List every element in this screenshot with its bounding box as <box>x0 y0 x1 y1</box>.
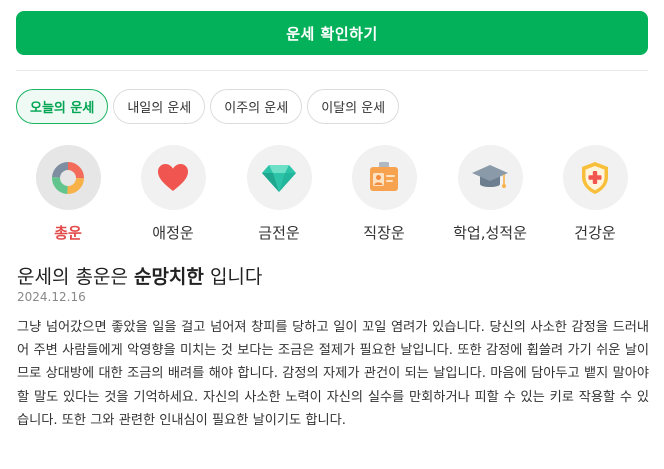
category-icon-circle <box>246 145 312 210</box>
tab-tomorrow[interactable]: 내일의 운세 <box>113 89 206 124</box>
category-study[interactable]: 학업,성적운 <box>440 145 540 243</box>
category-overall[interactable]: 총운 <box>18 145 118 243</box>
divider <box>16 70 648 71</box>
category-health[interactable]: 건강운 <box>545 145 645 243</box>
fortune-headline: 운세의 총운은 순망치한 입니다 <box>17 262 262 289</box>
donut-chart-icon <box>52 161 84 194</box>
fortune-category-list: 총운 애정운 금전운 직장운 학업,성적운 건강운 <box>16 145 648 245</box>
tab-today[interactable]: 오늘의 운세 <box>16 89 109 124</box>
period-tabs: 오늘의 운세 내일의 운세 이주의 운세 이달의 운세 <box>16 89 400 124</box>
fortune-description: 그냥 넘어갔으면 좋았을 일을 걸고 넘어져 창피를 당하고 일이 꼬일 염려가… <box>17 320 649 428</box>
tab-this-month[interactable]: 이달의 운세 <box>307 89 400 124</box>
fortune-date: 2024.12.16 <box>17 290 86 304</box>
tab-this-week[interactable]: 이주의 운세 <box>210 89 303 124</box>
category-label: 애정운 <box>152 224 194 242</box>
category-icon-circle <box>562 145 628 210</box>
id-badge-icon <box>370 161 398 191</box>
headline-emphasis: 순망치한 <box>133 266 204 288</box>
health-shield-icon <box>582 161 608 194</box>
category-love[interactable]: 애정운 <box>123 145 223 243</box>
graduation-cap-icon <box>472 164 508 188</box>
category-career[interactable]: 직장운 <box>334 145 434 243</box>
heart-icon <box>158 163 188 191</box>
category-label: 건강운 <box>574 224 616 242</box>
category-icon-circle <box>35 145 101 210</box>
category-money[interactable]: 금전운 <box>229 145 329 243</box>
check-fortune-button[interactable]: 운세 확인하기 <box>16 11 648 55</box>
category-icon-circle <box>351 145 417 210</box>
diamond-icon <box>262 164 296 192</box>
headline-prefix: 운세의 총운은 <box>17 266 128 288</box>
category-label: 직장운 <box>363 224 405 242</box>
category-icon-circle <box>457 145 523 210</box>
category-icon-circle <box>140 145 206 210</box>
category-label: 총운 <box>54 224 82 242</box>
category-label: 학업,성적운 <box>453 224 527 242</box>
category-label: 금전운 <box>258 224 300 242</box>
headline-suffix: 입니다 <box>209 266 263 288</box>
